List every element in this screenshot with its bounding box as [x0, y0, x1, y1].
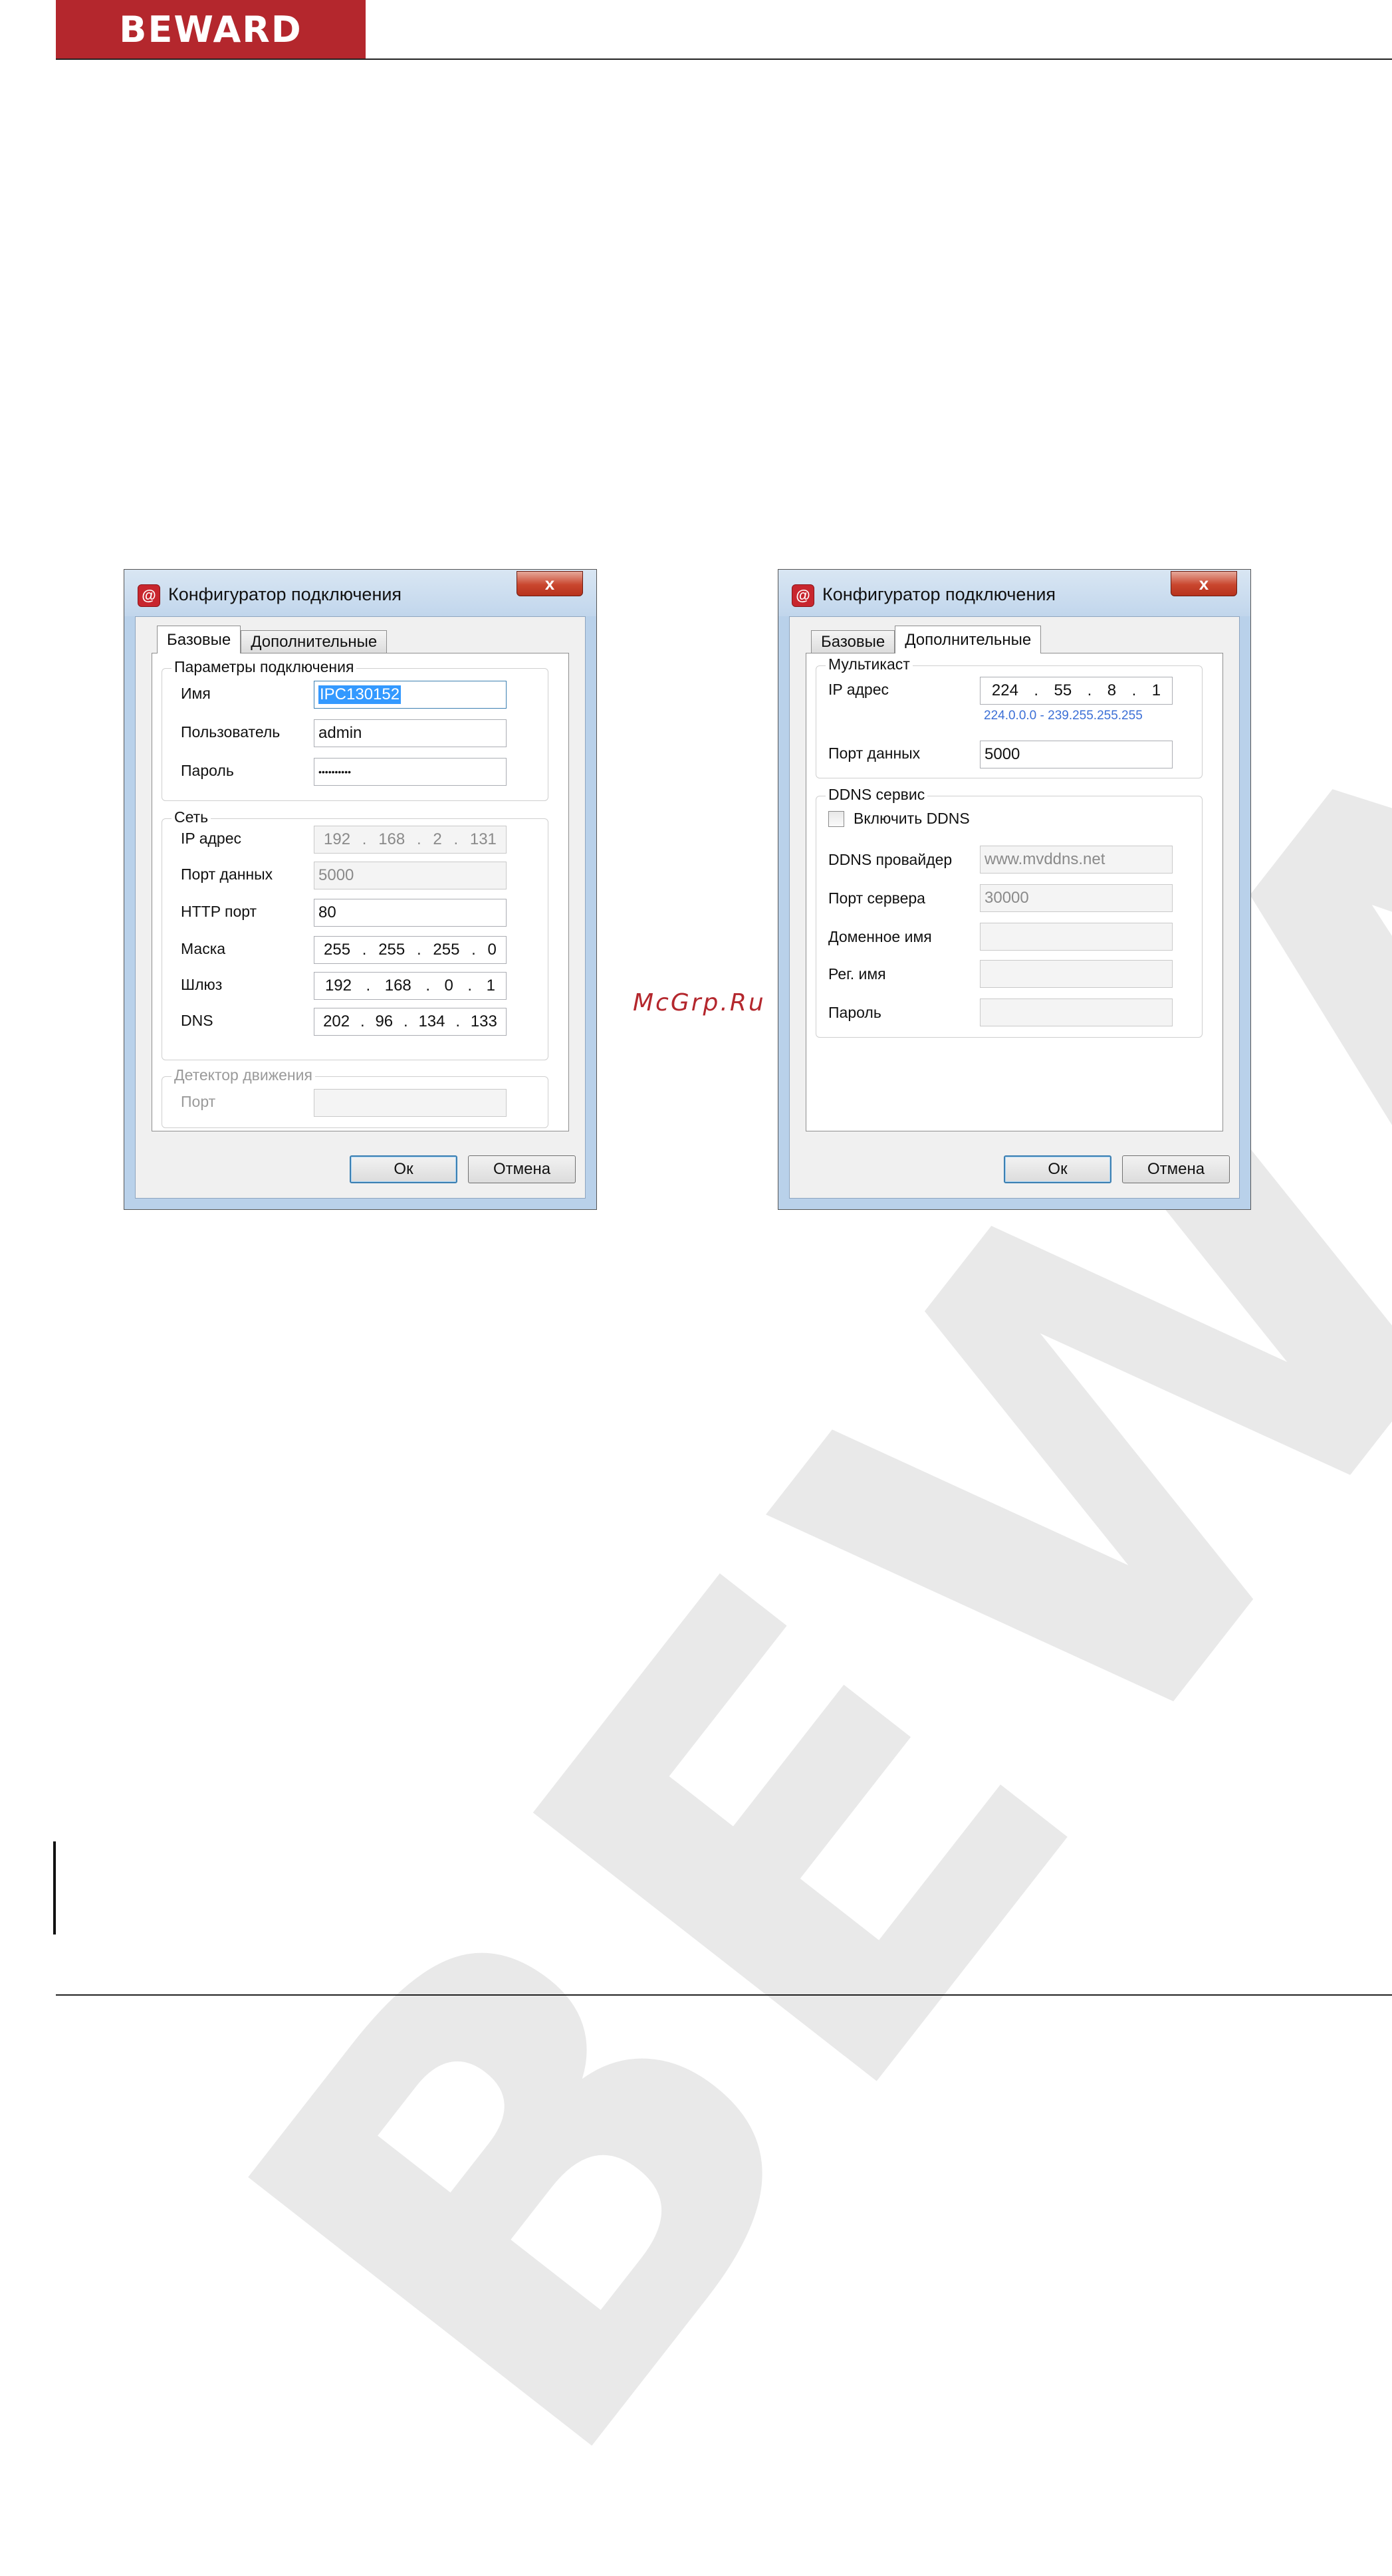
- multicast-ip-octet: 8: [1107, 681, 1117, 699]
- multicast-ip-input[interactable]: 224. 55. 8. 1: [980, 677, 1173, 705]
- http-port-label: HTTP порт: [181, 903, 257, 920]
- dns-octet: 134: [418, 1012, 445, 1030]
- user-input[interactable]: admin: [314, 719, 507, 747]
- password-input[interactable]: ••••••••••: [314, 758, 507, 786]
- mask-octet: 255: [324, 941, 351, 959]
- gateway-octet: 192: [324, 977, 352, 995]
- connection-config-dialog-basic: @ Конфигуратор подключения x Базовые Доп…: [124, 569, 597, 1210]
- group-legend: DDNS сервис: [826, 786, 928, 804]
- gateway-octet: 0: [444, 977, 453, 995]
- data-port-input[interactable]: 5000: [314, 862, 507, 889]
- domain-name-label: Доменное имя: [828, 928, 932, 945]
- data-port-label: Порт данных: [181, 866, 273, 883]
- group-legend: Параметры подключения: [172, 658, 357, 676]
- multicast-ip-octet: 1: [1151, 681, 1161, 699]
- dialog-client: Базовые Дополнительные Параметры подключ…: [135, 616, 586, 1199]
- ok-button[interactable]: Ок: [1004, 1155, 1111, 1183]
- tab-page-advanced: Мультикаст IP адрес 224. 55. 8. 1 224.0.…: [806, 653, 1223, 1131]
- mask-label: Маска: [181, 940, 226, 957]
- ddns-provider-input[interactable]: www.mvddns.net: [980, 846, 1173, 874]
- app-icon: @: [792, 584, 814, 607]
- mask-input[interactable]: 255. 255. 255. 0: [314, 936, 507, 964]
- password-label: Пароль: [181, 762, 234, 779]
- dns-octet: 202: [323, 1012, 350, 1030]
- ddns-provider-label: DDNS провайдер: [828, 851, 953, 868]
- dialog-client: Базовые Дополнительные Мультикаст IP адр…: [789, 616, 1240, 1199]
- motion-port-input[interactable]: [314, 1089, 507, 1117]
- tab-strip: Базовые Дополнительные: [157, 626, 388, 653]
- user-label: Пользователь: [181, 723, 281, 741]
- margin-bar: [53, 1841, 56, 1934]
- ip-label: IP адрес: [181, 830, 242, 847]
- mask-octet: 255: [378, 941, 406, 959]
- multicast-ip-label: IP адрес: [828, 681, 889, 698]
- name-input[interactable]: IPC130152: [314, 681, 507, 709]
- dns-label: DNS: [181, 1012, 213, 1029]
- enable-ddns-label[interactable]: Включить DDNS: [854, 810, 970, 828]
- name-input-value: IPC130152: [318, 685, 402, 704]
- close-button[interactable]: x: [517, 571, 583, 596]
- window-title: Конфигуратор подключения: [168, 584, 402, 604]
- title-bar: @ Конфигуратор подключения x: [124, 570, 596, 616]
- domain-name-input[interactable]: [980, 923, 1173, 951]
- group-legend: Детектор движения: [172, 1066, 315, 1084]
- title-bar: @ Конфигуратор подключения x: [778, 570, 1250, 616]
- reg-name-label: Рег. имя: [828, 965, 886, 983]
- ok-button[interactable]: Ок: [350, 1155, 457, 1183]
- window-title: Конфигуратор подключения: [822, 584, 1056, 604]
- app-icon: @: [138, 584, 160, 607]
- gateway-octet: 1: [486, 977, 495, 995]
- reg-name-input[interactable]: [980, 960, 1173, 988]
- gateway-octet: 168: [384, 977, 411, 995]
- name-label: Имя: [181, 685, 211, 702]
- mask-octet: 0: [487, 941, 497, 959]
- server-port-input[interactable]: 30000: [980, 884, 1173, 912]
- cancel-button[interactable]: Отмена: [1122, 1155, 1230, 1183]
- tab-strip: Базовые Дополнительные: [811, 626, 1042, 653]
- dns-octet: 96: [375, 1012, 394, 1030]
- dns-input[interactable]: 202. 96. 134. 133: [314, 1008, 507, 1036]
- header-divider: [56, 59, 1392, 60]
- multicast-range-hint: 224.0.0.0 - 239.255.255.255: [984, 709, 1143, 723]
- tab-advanced[interactable]: Дополнительные: [241, 630, 388, 653]
- connection-params-group: Параметры подключения Имя IPC130152 Поль…: [162, 658, 548, 801]
- footer-divider: [56, 1994, 1392, 1996]
- ip-octet: 2: [433, 830, 442, 848]
- network-group: Сеть IP адрес 192. 168. 2. 131 Порт данн…: [162, 808, 548, 1060]
- multicast-ip-octet: 55: [1054, 681, 1072, 699]
- ddns-password-label: Пароль: [828, 1004, 881, 1021]
- ddns-group: DDNS сервис Включить DDNS DDNS провайдер…: [816, 786, 1203, 1038]
- multicast-port-label: Порт данных: [828, 745, 921, 762]
- cancel-button[interactable]: Отмена: [468, 1155, 576, 1183]
- server-port-label: Порт сервера: [828, 889, 925, 907]
- beward-logo: BEWARD: [56, 0, 366, 59]
- ddns-password-input[interactable]: [980, 998, 1173, 1026]
- mask-octet: 255: [433, 941, 460, 959]
- enable-ddns-checkbox[interactable]: [828, 811, 844, 827]
- dns-octet: 133: [470, 1012, 497, 1030]
- ip-octet: 192: [324, 830, 351, 848]
- ip-input[interactable]: 192. 168. 2. 131: [314, 826, 507, 854]
- tab-basic[interactable]: Базовые: [811, 630, 895, 653]
- gateway-label: Шлюз: [181, 976, 223, 993]
- multicast-ip-octet: 224: [991, 681, 1018, 699]
- tab-basic[interactable]: Базовые: [157, 626, 241, 653]
- motion-port-label: Порт: [181, 1093, 216, 1110]
- tab-page-basic: Параметры подключения Имя IPC130152 Поль…: [152, 653, 569, 1131]
- group-legend: Мультикаст: [826, 655, 913, 673]
- http-port-input[interactable]: 80: [314, 899, 507, 927]
- site-tag: McGrp.Ru: [633, 989, 766, 1016]
- multicast-port-input[interactable]: 5000: [980, 741, 1173, 768]
- gateway-input[interactable]: 192. 168. 0. 1: [314, 972, 507, 1000]
- motion-detector-group: Детектор движения Порт: [162, 1066, 548, 1128]
- ip-octet: 131: [469, 830, 497, 848]
- group-legend: Сеть: [172, 808, 211, 826]
- watermark-logo: BEWARD: [121, 0, 1392, 2576]
- tab-advanced[interactable]: Дополнительные: [895, 626, 1042, 653]
- close-button[interactable]: x: [1171, 571, 1237, 596]
- multicast-group: Мультикаст IP адрес 224. 55. 8. 1 224.0.…: [816, 655, 1203, 778]
- connection-config-dialog-advanced: @ Конфигуратор подключения x Базовые Доп…: [778, 569, 1251, 1210]
- ip-octet: 168: [378, 830, 406, 848]
